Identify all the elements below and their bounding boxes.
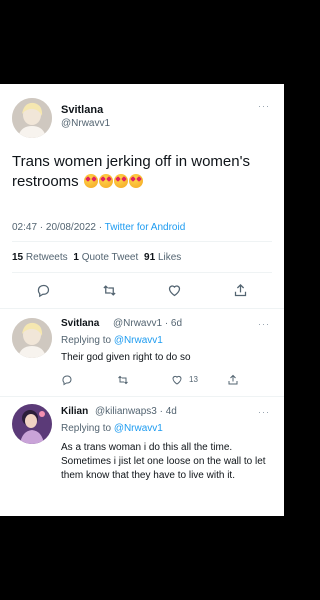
avatar[interactable]: [12, 318, 52, 358]
heart-eyes-emoji: [83, 173, 143, 190]
more-icon[interactable]: ···: [258, 320, 270, 329]
tweet-meta: 02:47 · 20/08/2022 · Twitter for Android: [12, 222, 185, 233]
retweet-icon[interactable]: [117, 373, 129, 391]
tweet-text: Trans women jerking off in women's restr…: [12, 152, 274, 192]
likes-count[interactable]: 91: [144, 252, 155, 263]
like-icon[interactable]: [167, 283, 182, 303]
author-handle[interactable]: @Nrwavv1: [61, 118, 110, 129]
reply-icon[interactable]: [36, 283, 51, 303]
retweets-label[interactable]: Retweets: [26, 252, 68, 263]
retweets-count[interactable]: 15: [12, 252, 23, 263]
reply-author-name[interactable]: Svitlana: [61, 318, 99, 329]
quotes-count[interactable]: 1: [73, 252, 79, 263]
retweet-icon[interactable]: [102, 283, 117, 303]
tweet-source[interactable]: Twitter for Android: [105, 222, 186, 233]
divider: [0, 396, 284, 397]
replying-to-prefix: Replying to: [61, 335, 114, 346]
replying-to-prefix: Replying to: [61, 423, 114, 434]
likes-label[interactable]: Likes: [158, 252, 181, 263]
more-icon[interactable]: ···: [258, 408, 270, 417]
avatar[interactable]: [12, 98, 52, 138]
replying-to: Replying to @Nrwavv1: [61, 423, 163, 434]
share-icon[interactable]: [227, 373, 239, 391]
reply-author-handle[interactable]: @kilianwaps3 · 4d: [95, 406, 177, 417]
divider: [12, 272, 272, 273]
tweet-timestamp[interactable]: 02:47 · 20/08/2022 ·: [12, 222, 105, 233]
author-name[interactable]: Svitlana: [61, 104, 103, 116]
replying-to-handle[interactable]: @Nrwavv1: [114, 423, 163, 434]
reply-like-count: 13: [189, 375, 198, 384]
tweet-thread: Svitlana @Nrwavv1 ··· Trans women jerkin…: [0, 84, 284, 516]
divider: [0, 308, 284, 309]
more-icon[interactable]: ···: [258, 102, 270, 111]
reply-author-handle[interactable]: @Nrwavv1 · 6d: [113, 318, 182, 329]
replying-to: Replying to @Nrwavv1: [61, 335, 163, 346]
share-icon[interactable]: [233, 283, 248, 303]
like-icon[interactable]: [171, 373, 183, 391]
reply-icon[interactable]: [61, 373, 73, 391]
reply-text: As a trans woman i do this all the time.…: [61, 442, 266, 481]
quotes-label[interactable]: Quote Tweet: [82, 252, 139, 263]
divider: [12, 241, 272, 242]
replying-to-handle[interactable]: @Nrwavv1: [114, 335, 163, 346]
reply-text: Their god given right to do so: [61, 352, 191, 363]
tweet-stats: 15 Retweets 1 Quote Tweet 91 Likes: [12, 252, 181, 263]
avatar[interactable]: [12, 404, 52, 444]
reply-author-name[interactable]: Kilian: [61, 406, 88, 417]
